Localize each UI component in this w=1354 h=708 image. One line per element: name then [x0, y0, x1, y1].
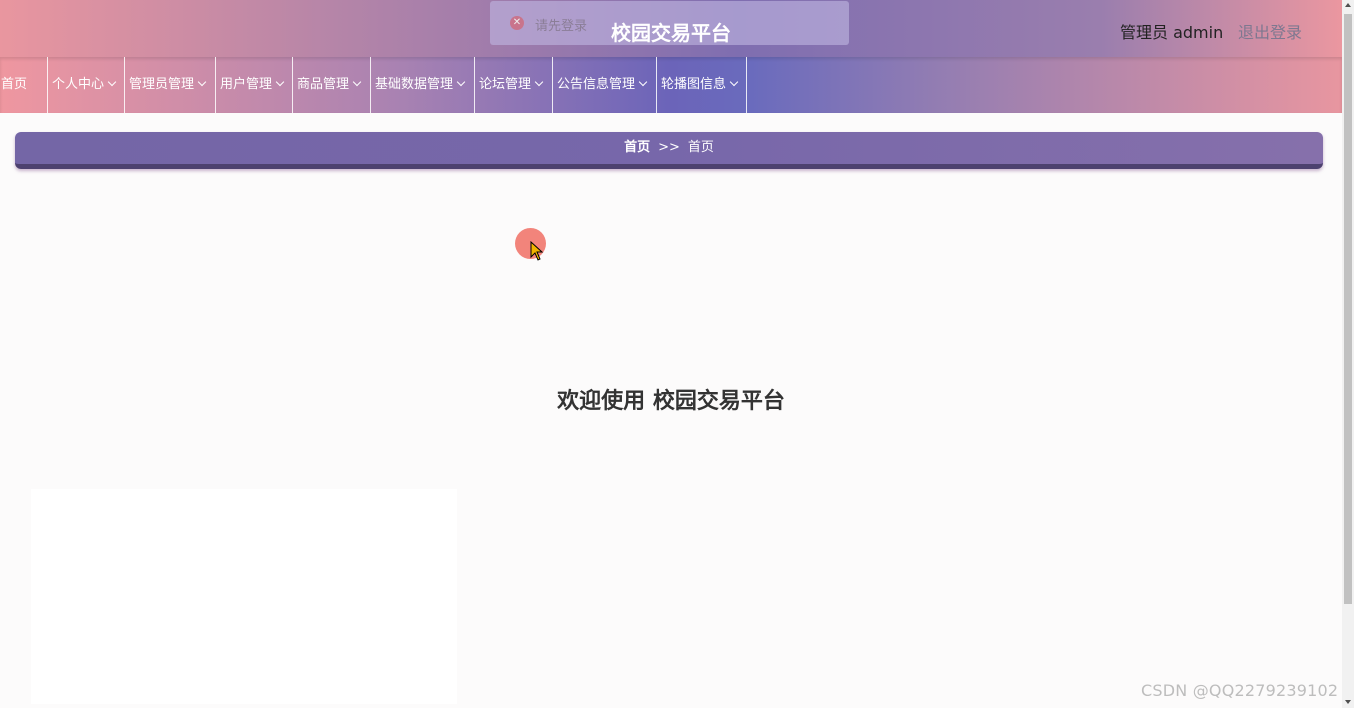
nav-item-label: 基础数据管理	[375, 77, 454, 92]
watermark: CSDN @QQ2279239102	[1141, 681, 1339, 700]
welcome-heading: 欢迎使用 校园交易平台	[557, 389, 785, 414]
top-header: ✕ 请先登录 校园交易平台 管理员 admin 退出登录	[0, 0, 1342, 57]
main-nav: 首页 个人中心 管理员管理 用户管理 商品管理 基础数据管理 论坛管理 公告信息…	[0, 57, 1342, 113]
nav-item-home[interactable]: 首页	[0, 57, 48, 113]
breadcrumb-separator: >>	[658, 140, 680, 155]
nav-item-label: 首页	[1, 77, 28, 92]
chevron-down-icon	[197, 77, 207, 87]
mouse-cursor-icon	[530, 241, 544, 261]
nav-item-basic-data-management[interactable]: 基础数据管理	[371, 57, 475, 113]
chevron-down-icon	[275, 77, 285, 87]
nav-item-label: 轮播图信息	[661, 77, 727, 92]
chevron-down-icon	[352, 77, 362, 87]
scroll-down-arrow-icon[interactable]	[1345, 700, 1351, 704]
nav-item-label: 个人中心	[52, 77, 105, 92]
logout-link[interactable]: 退出登录	[1238, 19, 1302, 43]
vertical-scrollbar[interactable]	[1342, 0, 1354, 708]
scrollbar-thumb[interactable]	[1344, 14, 1352, 604]
breadcrumb: 首页 >> 首页	[15, 132, 1323, 169]
chevron-down-icon	[107, 77, 117, 87]
chevron-down-icon	[638, 77, 648, 87]
breadcrumb-current: 首页	[687, 140, 714, 155]
nav-item-user-management[interactable]: 用户管理	[216, 57, 293, 113]
nav-item-forum-management[interactable]: 论坛管理	[475, 57, 553, 113]
nav-item-label: 管理员管理	[129, 77, 195, 92]
nav-item-personal-center[interactable]: 个人中心	[48, 57, 125, 113]
scroll-up-arrow-icon[interactable]	[1345, 3, 1351, 7]
breadcrumb-home-link[interactable]: 首页	[624, 140, 650, 155]
chevron-down-icon	[729, 77, 739, 87]
nav-item-admin-management[interactable]: 管理员管理	[125, 57, 216, 113]
nav-item-label: 论坛管理	[479, 77, 532, 92]
nav-item-label: 用户管理	[220, 77, 273, 92]
nav-item-product-management[interactable]: 商品管理	[293, 57, 371, 113]
nav-item-carousel-info[interactable]: 轮播图信息	[657, 57, 747, 113]
chevron-down-icon	[534, 77, 544, 87]
chevron-down-icon	[456, 77, 466, 87]
nav-item-label: 公告信息管理	[557, 77, 636, 92]
nav-item-label: 商品管理	[297, 77, 350, 92]
nav-item-announcement-management[interactable]: 公告信息管理	[553, 57, 657, 113]
admin-username: 管理员 admin	[1120, 23, 1224, 42]
content-panel	[31, 489, 457, 704]
